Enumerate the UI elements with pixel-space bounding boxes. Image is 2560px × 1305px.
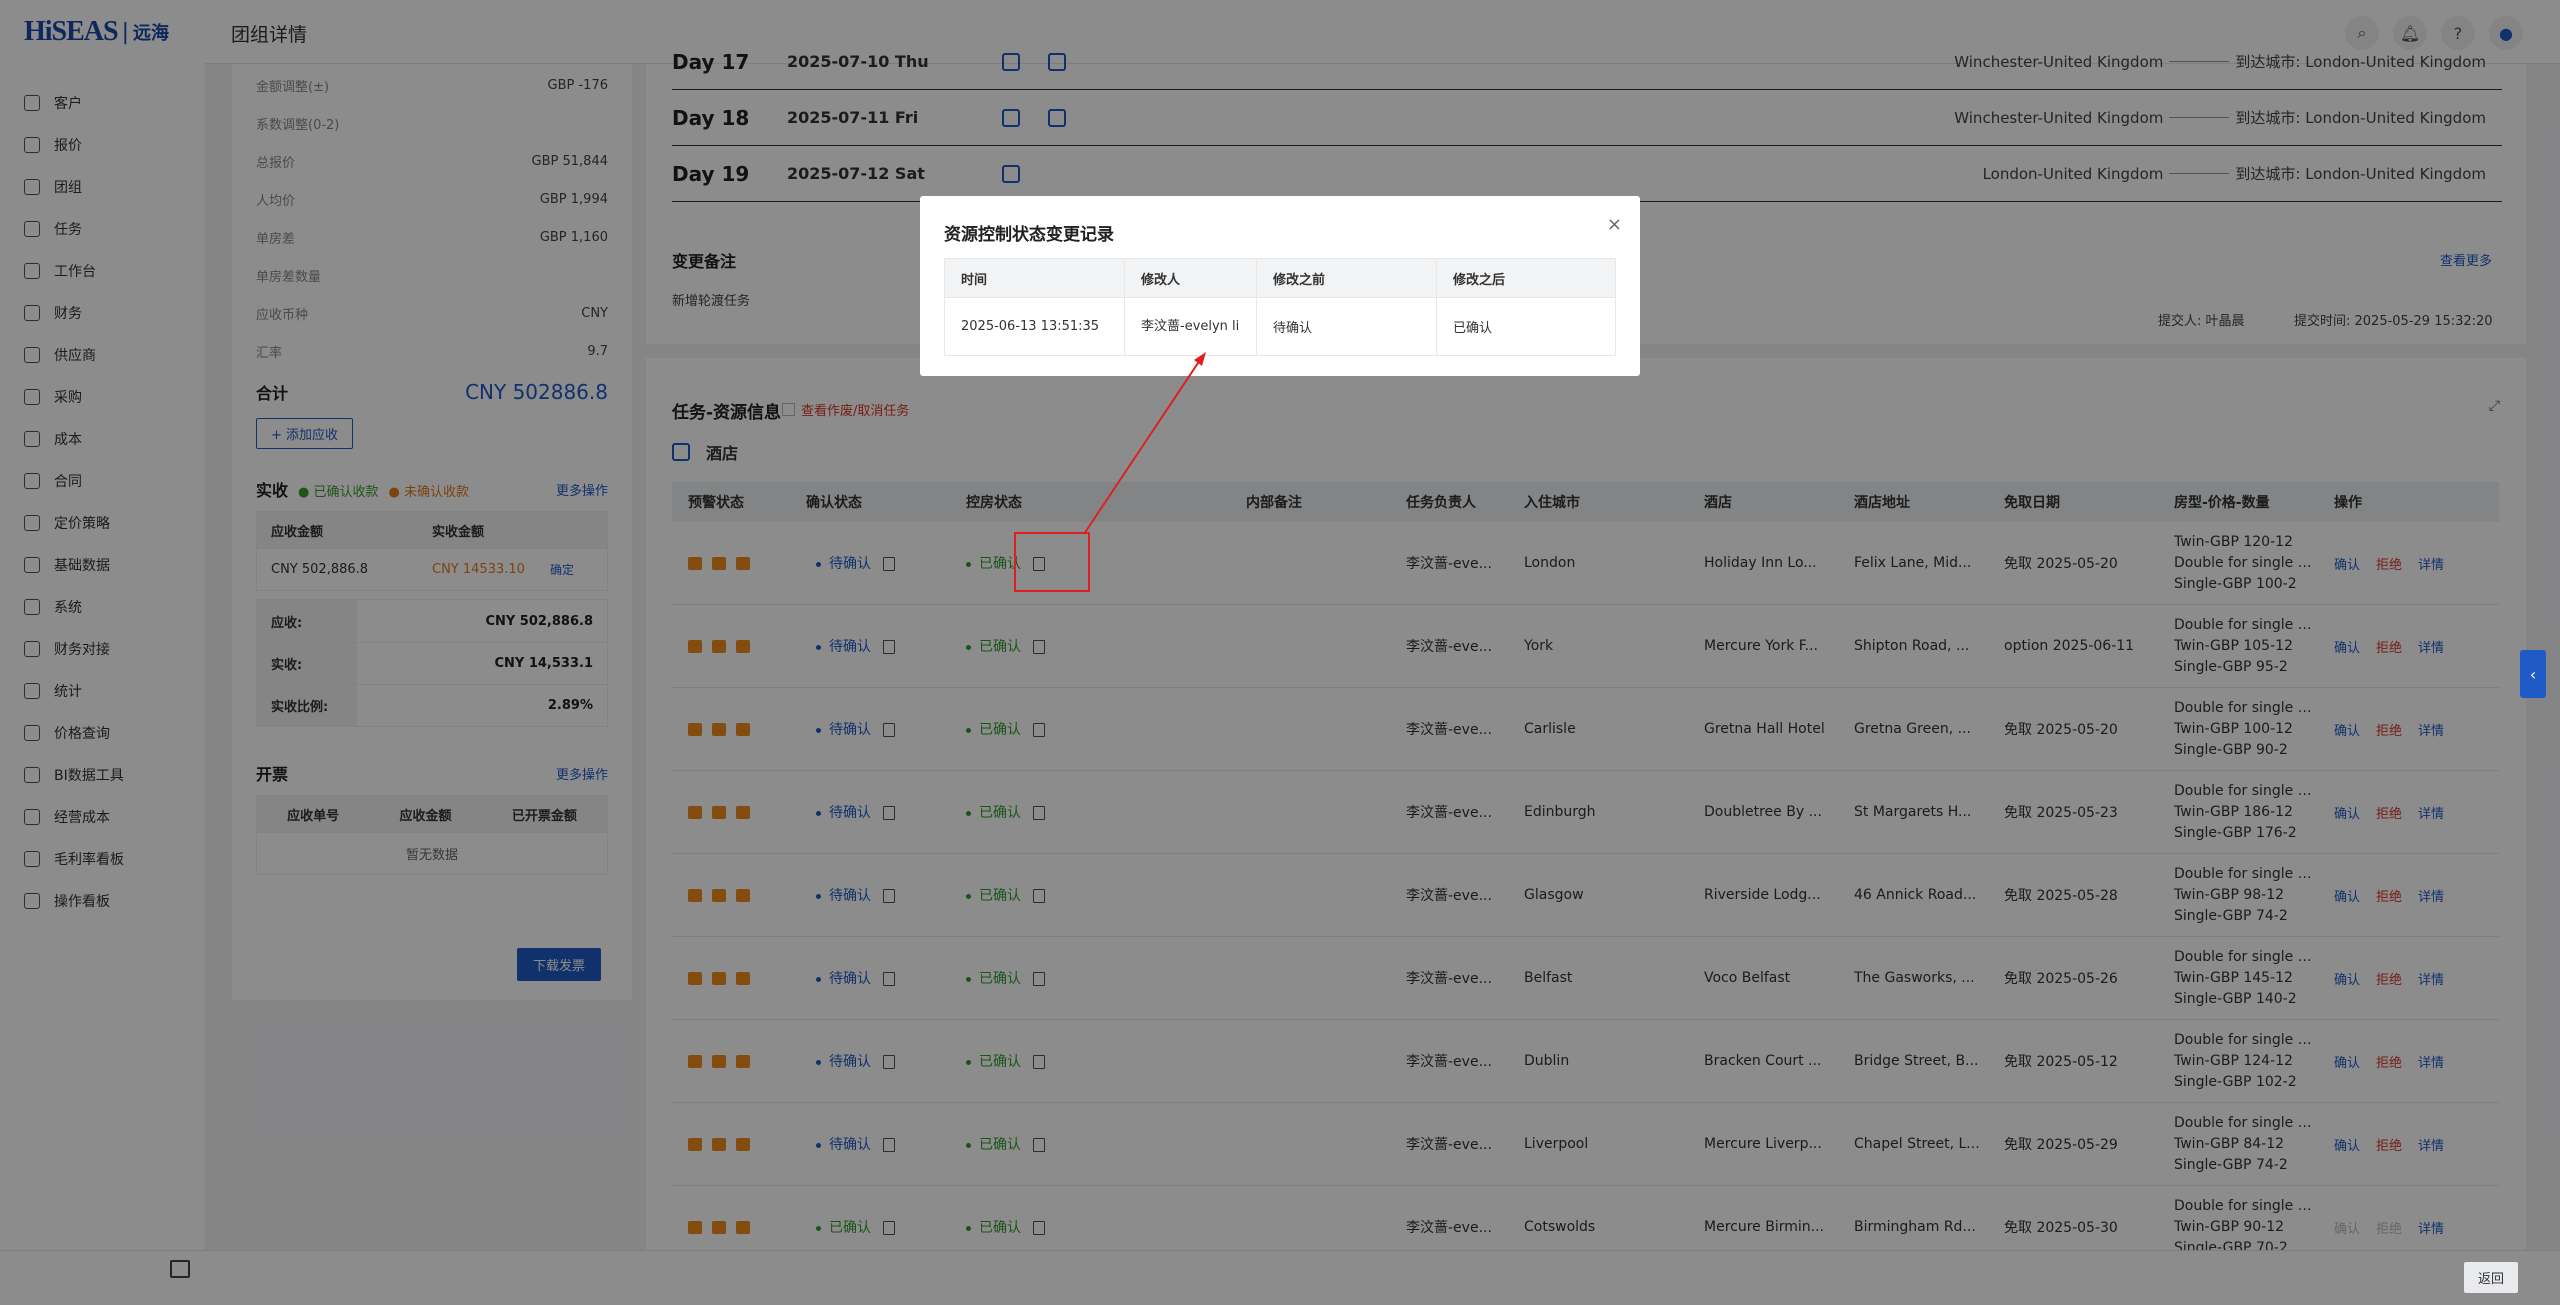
log-after: 已确认 [1453,321,1493,336]
close-icon[interactable]: × [1607,214,1622,235]
log-before: 待确认 [1257,298,1437,355]
log-user: 李汶蔷-evelyn li [1125,298,1257,355]
change-log-modal: 资源控制状态变更记录 × 时间 修改人 修改之前 修改之后 2025-06-13… [920,196,1640,376]
col-time: 时间 [945,259,1125,297]
back-button[interactable]: 返回 [2464,1262,2519,1293]
col-before: 修改之前 [1257,259,1437,297]
change-log-table: 时间 修改人 修改之前 修改之后 2025-06-13 13:51:35 李汶蔷… [944,258,1616,356]
col-user: 修改人 [1125,259,1257,297]
col-after: 修改之后 [1453,272,1506,288]
table-row: 2025-06-13 13:51:35 李汶蔷-evelyn li 待确认 已确… [945,297,1615,355]
highlight-box [1014,532,1090,592]
modal-title: 资源控制状态变更记录 [944,225,1114,245]
log-time: 2025-06-13 13:51:35 [945,298,1125,355]
side-drawer-tab[interactable]: ‹ [2520,650,2546,698]
